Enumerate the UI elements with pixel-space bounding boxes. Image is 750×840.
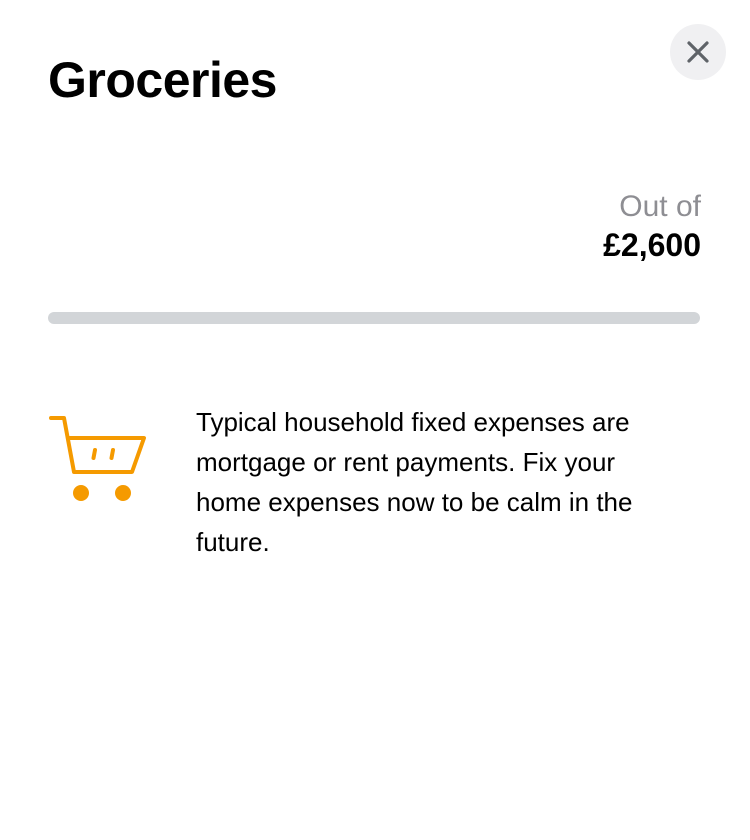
budget-summary: Out of £2,600 — [603, 188, 701, 264]
shopping-cart-icon — [49, 416, 146, 501]
budget-label: Out of — [619, 190, 701, 223]
close-icon — [687, 41, 709, 63]
budget-progress-bar — [48, 312, 700, 324]
info-text: Typical household fixed expenses are mor… — [196, 407, 633, 557]
page-title: Groceries — [48, 52, 277, 108]
close-button[interactable] — [670, 24, 726, 80]
budget-amount: £2,600 — [603, 227, 701, 263]
